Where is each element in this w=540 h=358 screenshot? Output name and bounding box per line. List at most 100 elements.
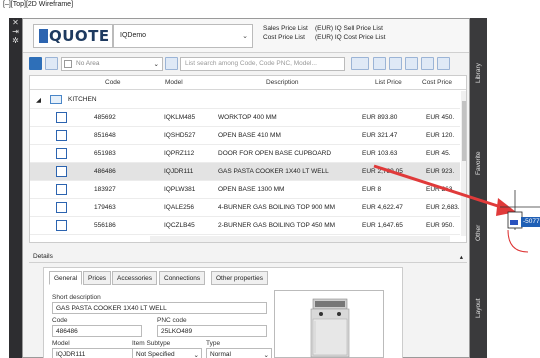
- tab-accessories[interactable]: Accessories: [112, 271, 158, 285]
- toolbar: No Area ⌄ List search among Code, Code P…: [23, 54, 469, 74]
- cell-desc: 4-BURNER GAS BOILING TOP 900 MM: [218, 204, 336, 211]
- price-lists: Sales Price List (EUR) IQ Sell Price List…: [263, 24, 385, 42]
- cell-list: EUR 103.63: [362, 150, 398, 157]
- viewport-label[interactable]: [–][Top][2D Wireframe]: [3, 1, 73, 8]
- cell-model: IQKLM485: [164, 114, 196, 121]
- sales-price-list: Sales Price List (EUR) IQ Sell Price List: [263, 25, 383, 32]
- pasta-cooker-image: [310, 298, 350, 358]
- coordinate-readout: -5077: [521, 217, 540, 227]
- model-label: Model: [52, 340, 70, 347]
- collapse-icon[interactable]: ◢: [36, 96, 41, 104]
- item-icon: [56, 166, 67, 177]
- pnc-code-field[interactable]: 25LKO489: [157, 325, 267, 337]
- refresh-icon[interactable]: [437, 57, 450, 70]
- tree-view-button[interactable]: [29, 57, 42, 70]
- col-code[interactable]: Code: [105, 79, 121, 86]
- short-description-field[interactable]: GAS PASTA COOKER 1X40 LT WELL: [52, 302, 267, 314]
- details-panel: General Prices Accessories Connections O…: [43, 267, 403, 358]
- cell-model: IQPRZ112: [164, 150, 195, 157]
- palette-control-strip: ✕ ⇥ ✲: [9, 18, 22, 358]
- drag-arrow: [373, 164, 516, 216]
- item-icon: [56, 112, 67, 123]
- filter-icon[interactable]: [405, 57, 418, 70]
- cell-desc: DOOR FOR OPEN BASE CUPBOARD: [218, 150, 332, 157]
- tab-other-properties[interactable]: Other properties: [211, 271, 268, 285]
- cell-model: IQALE256: [164, 204, 194, 211]
- cell-model: IQCZLB45: [164, 222, 195, 229]
- scroll-thumb[interactable]: [462, 101, 466, 161]
- horizontal-scrollbar[interactable]: [150, 236, 450, 242]
- col-list-price[interactable]: List Price: [375, 79, 402, 86]
- search-icon[interactable]: [421, 57, 434, 70]
- chevron-down-icon: ⌄: [242, 33, 248, 40]
- export-icon[interactable]: [389, 57, 402, 70]
- group-row-kitchen[interactable]: ◢ KITCHEN: [30, 91, 460, 109]
- area-select[interactable]: No Area ⌄: [61, 57, 163, 71]
- short-description-label: Short description: [52, 294, 101, 301]
- tab-layout[interactable]: Layout: [470, 288, 487, 328]
- cell-list: EUR 893.80: [362, 114, 398, 121]
- col-cost-price[interactable]: Cost Price: [422, 79, 452, 86]
- list-view-button[interactable]: [45, 57, 58, 70]
- cell-cost: EUR 45.: [426, 150, 451, 157]
- chevron-down-icon: ⌄: [153, 61, 159, 68]
- item-icon: [56, 202, 67, 213]
- cell-code: 183927: [94, 186, 116, 193]
- cell-model: IQSHD527: [164, 132, 196, 139]
- item-icon: [56, 220, 67, 231]
- item-icon: [56, 148, 67, 159]
- cell-cost: EUR 120.: [426, 132, 455, 139]
- code-label: Code: [52, 317, 68, 324]
- table-row[interactable]: 485692 IQKLM485 WORKTOP 400 MM EUR 893.80 EU…: [30, 109, 460, 127]
- properties-icon[interactable]: ✲: [9, 36, 22, 45]
- cell-code: 651983: [94, 150, 116, 157]
- type-label: Type: [206, 340, 221, 347]
- table-row[interactable]: 851648 IQSHD527 OPEN BASE 410 MM EUR 321.47…: [30, 127, 460, 145]
- chevron-down-icon: ⌄: [193, 352, 199, 358]
- add-area-button[interactable]: [165, 57, 178, 70]
- details-header[interactable]: Details ▴: [29, 251, 467, 263]
- model-field[interactable]: IQJDR111: [52, 348, 142, 358]
- cell-desc: 2-BURNER GAS BOILING TOP 450 MM: [218, 222, 336, 229]
- cost-price-list: Cost Price List (EUR) IQ Cost Price List: [263, 34, 386, 41]
- pnc-code-label: PNC code: [157, 317, 187, 324]
- collapse-up-icon[interactable]: ▴: [460, 253, 463, 261]
- item-icon: [56, 184, 67, 195]
- code-field[interactable]: 486486: [52, 325, 142, 337]
- product-image: [274, 290, 384, 358]
- cell-list: EUR 321.47: [362, 132, 398, 139]
- folder-icon: [50, 95, 62, 104]
- tab-prices[interactable]: Prices: [83, 271, 112, 285]
- item-icon: [56, 130, 67, 141]
- cell-desc: GAS PASTA COOKER 1X40 LT WELL: [218, 168, 329, 175]
- auto-hide-icon[interactable]: ⇥: [9, 27, 22, 36]
- tab-general[interactable]: General: [49, 271, 83, 285]
- cell-desc: OPEN BASE 410 MM: [218, 132, 281, 139]
- cell-desc: WORKTOP 400 MM: [218, 114, 277, 121]
- cell-model: IQJDR111: [164, 168, 194, 175]
- close-icon[interactable]: ✕: [9, 18, 22, 27]
- catalog-select[interactable]: IQDemo ⌄: [113, 24, 253, 48]
- area-icon: [64, 60, 72, 68]
- tab-library[interactable]: Library: [470, 48, 487, 98]
- type-select[interactable]: Normal ⌄: [206, 348, 272, 358]
- item-subtype-label: Item Subtype: [132, 340, 171, 347]
- catalog-select-value: IQDemo: [120, 32, 147, 39]
- cell-desc: OPEN BASE 1300 MM: [218, 186, 285, 193]
- cell-cost: EUR 450.: [426, 114, 455, 121]
- chevron-down-icon: ⌄: [263, 352, 269, 358]
- item-subtype-select[interactable]: Not Specified ⌄: [132, 348, 202, 358]
- filter-dropdown-button[interactable]: [351, 57, 369, 70]
- cell-code: 556186: [94, 222, 116, 229]
- cell-code: 485692: [94, 114, 116, 121]
- col-model[interactable]: Model: [165, 79, 183, 86]
- cell-code: 486486: [94, 168, 116, 175]
- grid-header: Code Model Description List Price Cost P…: [30, 76, 466, 90]
- logo-box: QUOTE: [33, 24, 113, 48]
- search-input[interactable]: List search among Code, Code PNC, Model.…: [180, 57, 345, 71]
- logo-mark-icon: [39, 29, 48, 43]
- chart-icon[interactable]: [373, 57, 386, 70]
- cell-model: IQPLW381: [164, 186, 196, 193]
- tab-connections[interactable]: Connections: [159, 271, 206, 285]
- col-description[interactable]: Description: [266, 79, 299, 86]
